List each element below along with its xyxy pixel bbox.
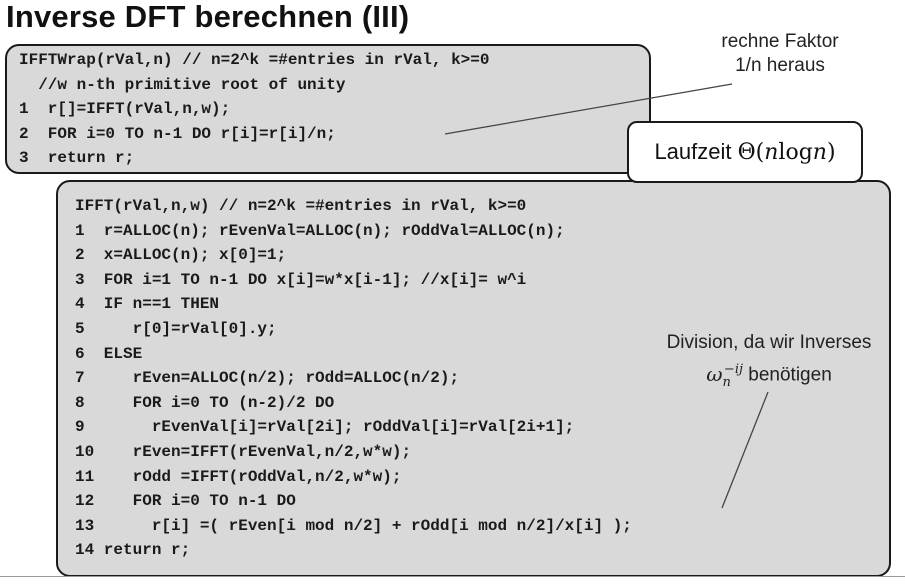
code-line: 9 rEvenVal[i]=rVal[2i]; rOddVal[i]=rVal[… bbox=[75, 418, 575, 437]
runtime-n: n bbox=[764, 139, 779, 165]
factor-annotation: rechne Faktor 1/n heraus bbox=[705, 30, 855, 78]
code-line: IFFTWrap(rVal,n) // n=2^k =#entries in r… bbox=[19, 51, 490, 69]
code-line: 1 r=ALLOC(n); rEvenVal=ALLOC(n); rOddVal… bbox=[75, 221, 565, 240]
runtime-callout: Laufzeit Θ(n log n) bbox=[627, 121, 863, 183]
footer-divider bbox=[0, 576, 905, 577]
code-line: 1 r[]=IFFT(rVal,n,w); bbox=[19, 100, 231, 119]
factor-annotation-line2: 1/n heraus bbox=[735, 55, 825, 76]
factor-annotation-line1: rechne Faktor bbox=[721, 31, 839, 52]
runtime-label: Laufzeit bbox=[654, 139, 732, 164]
code-line: 2 FOR i=0 TO n-1 DO r[i]=r[i]/n; bbox=[19, 124, 336, 143]
code-line: 13 r[i] =( rEven[i mod n/2] + rOdd[i mod… bbox=[75, 516, 632, 535]
runtime-theta: Θ( bbox=[737, 139, 765, 165]
code-line: 10 rEven=IFFT(rEvenVal,n/2,w*w); bbox=[75, 443, 412, 461]
runtime-close: ) bbox=[826, 139, 836, 165]
code-line: 12 FOR i=0 TO n-1 DO bbox=[75, 492, 296, 511]
runtime-log: log bbox=[778, 139, 813, 165]
division-annotation: Division, da wir Inverses ωn−ij benötige… bbox=[652, 331, 886, 395]
omega-symbol: ωn−ij bbox=[706, 361, 744, 390]
code-line: //w n-th primitive root of unity bbox=[19, 75, 346, 94]
code-line: 2 x=ALLOC(n); x[0]=1; bbox=[75, 246, 287, 265]
code-line: 7 rEven=ALLOC(n/2); rOdd=ALLOC(n/2); bbox=[75, 369, 460, 388]
runtime-n: n bbox=[812, 139, 827, 165]
slide-title: Inverse DFT berechnen (III) bbox=[6, 0, 410, 34]
code-line: 4 IF n==1 THEN bbox=[75, 295, 220, 314]
division-annotation-line2: ωn−ij benötigen bbox=[706, 361, 832, 390]
code-line: 3 FOR i=1 TO n-1 DO x[i]=w*x[i-1]; //x[i… bbox=[75, 270, 527, 289]
code-line: 8 FOR i=0 TO (n-2)/2 DO bbox=[75, 393, 335, 412]
code-line: 6 ELSE bbox=[75, 344, 143, 363]
division-annotation-line1: Division, da wir Inverses bbox=[666, 332, 872, 353]
code-line: 5 r[0]=rVal[0].y; bbox=[75, 320, 277, 338]
code-line: 3 return r; bbox=[19, 149, 135, 168]
ifftwrap-code-box: IFFTWrap(rVal,n) // n=2^k =#entries in r… bbox=[5, 44, 651, 174]
code-line: 11 rOdd =IFFT(rOddVal,n/2,w*w); bbox=[75, 467, 402, 486]
code-line: 14 return r; bbox=[75, 541, 191, 560]
code-line: IFFT(rVal,n,w) // n=2^k =#entries in rVa… bbox=[75, 197, 527, 215]
